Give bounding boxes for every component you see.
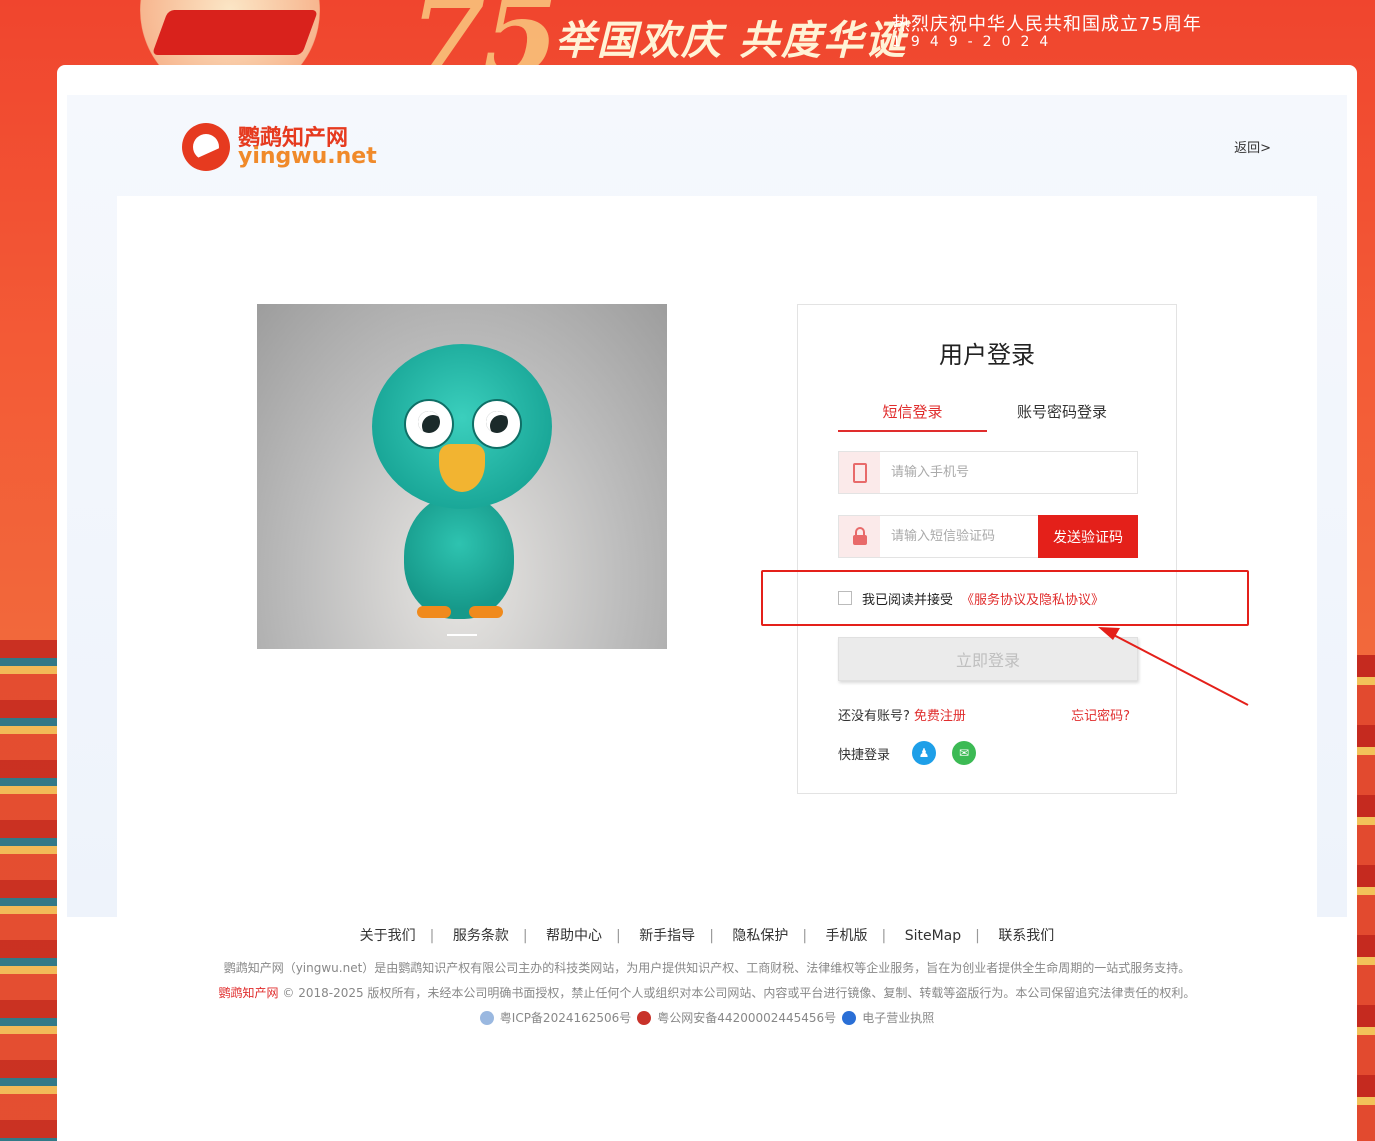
shield-icon xyxy=(479,1010,494,1025)
agreement-row: 我已阅读并接受 《服务协议及隐私协议》 xyxy=(838,588,1158,608)
parrot-body xyxy=(404,494,514,619)
wechat-login-icon[interactable]: ✉ xyxy=(952,741,977,765)
lock-icon xyxy=(852,526,867,545)
right-decoration xyxy=(1355,655,1375,1141)
left-decoration xyxy=(0,640,60,1141)
content-area: 鹦鹉知产网 yingwu.net 返回> 用户登录 短信登录 账号密码登录 请输… xyxy=(67,95,1347,917)
footer-link-terms[interactable]: 服务条款 xyxy=(453,928,509,944)
forgot-password-link[interactable]: 忘记密码? xyxy=(1071,705,1130,724)
banner-subtitle: 热烈庆祝中华人民共和国成立75周年 xyxy=(892,14,1202,35)
footer-brand: 鹦鹉知产网 xyxy=(218,986,279,1000)
phone-input[interactable] xyxy=(891,452,1091,493)
site-logo[interactable]: 鹦鹉知产网 yingwu.net xyxy=(182,120,382,172)
footer-about: 鹦鹉知产网（yingwu.net）是由鹦鹉知识产权有限公司主办的科技类网站，为用… xyxy=(223,961,1191,975)
sms-code-field: 发送验证码 xyxy=(838,515,1138,558)
footer-link-help[interactable]: 帮助中心 xyxy=(546,928,602,944)
tab-sms-login[interactable]: 短信登录 xyxy=(838,401,987,432)
parrot-eye-left xyxy=(404,399,454,449)
sms-code-input[interactable] xyxy=(891,516,1031,557)
agree-text: 我已阅读并接受 xyxy=(862,592,954,608)
footer: 关于我们 | 服务条款 | 帮助中心 | 新手指导 | 隐私保护 | 手机版 | SiteM… xyxy=(57,925,1357,1026)
register-row: 还没有账号? 免费注册 忘记密码? xyxy=(838,705,1138,724)
logo-en-text: yingwu.net xyxy=(238,144,377,169)
flag-decoration xyxy=(151,10,319,55)
carousel-indicator[interactable] xyxy=(447,634,477,636)
police-badge-icon xyxy=(637,1010,652,1025)
parrot-logo-icon xyxy=(182,123,230,171)
footer-copyright-line: 鹦鹉知产网 © 2018-2025 版权所有，未经本公司明确书面授权，禁止任何个… xyxy=(57,984,1357,1001)
banner-years: 1949-2024 xyxy=(892,34,1059,50)
agree-checkbox[interactable] xyxy=(838,591,852,605)
quick-login-label: 快捷登录 xyxy=(838,747,891,763)
banner-slogan: 举国欢庆 共度华诞 xyxy=(555,17,907,64)
parrot-eye-right xyxy=(472,399,522,449)
back-link[interactable]: 返回> xyxy=(1234,137,1271,156)
footer-links: 关于我们 | 服务条款 | 帮助中心 | 新手指导 | 隐私保护 | 手机版 | SiteM… xyxy=(359,928,1055,944)
lock-icon-box xyxy=(839,516,880,557)
tab-password-login[interactable]: 账号密码登录 xyxy=(988,401,1136,422)
login-button[interactable]: 立即登录 xyxy=(838,637,1138,681)
register-link[interactable]: 免费注册 xyxy=(914,709,966,724)
footer-link-sitemap[interactable]: SiteMap xyxy=(905,928,961,944)
police-record[interactable]: 粤公网安备44200002445456号 xyxy=(657,1009,836,1026)
parrot-beak xyxy=(439,444,485,492)
agreement-link[interactable]: 《服务协议及隐私协议》 xyxy=(961,589,1104,608)
footer-license-line: 粤ICP备2024162506号 粤公网安备44200002445456号 电子… xyxy=(57,1009,1357,1026)
footer-link-mobile[interactable]: 手机版 xyxy=(826,928,868,944)
no-account-text: 还没有账号? xyxy=(838,709,910,724)
phone-icon-box xyxy=(839,452,880,493)
login-form: 用户登录 短信登录 账号密码登录 发送验证码 xyxy=(761,304,1249,794)
parrot-feet xyxy=(417,606,507,620)
login-title: 用户登录 xyxy=(939,341,1035,369)
footer-copyright: © 2018-2025 版权所有，未经本公司明确书面授权，禁止任何个人或组织对本… xyxy=(282,986,1196,1000)
license-icon xyxy=(842,1010,857,1025)
footer-link-about[interactable]: 关于我们 xyxy=(360,928,416,944)
parrot-head xyxy=(372,344,552,509)
phone-icon xyxy=(852,462,867,483)
footer-link-guide[interactable]: 新手指导 xyxy=(639,928,695,944)
business-license[interactable]: 电子营业执照 xyxy=(862,1009,934,1026)
icp-record[interactable]: 粤ICP备2024162506号 xyxy=(500,1009,632,1026)
qq-login-icon[interactable]: ♟ xyxy=(912,741,937,765)
footer-link-privacy[interactable]: 隐私保护 xyxy=(732,928,788,944)
send-code-button[interactable]: 发送验证码 xyxy=(1038,515,1138,558)
parrot-illustration xyxy=(257,304,667,649)
quick-login-row: 快捷登录 ♟ ✉ xyxy=(838,741,977,765)
phone-field xyxy=(838,451,1138,494)
login-panel: 用户登录 短信登录 账号密码登录 发送验证码 xyxy=(117,196,1317,917)
main-card: 鹦鹉知产网 yingwu.net 返回> 用户登录 短信登录 账号密码登录 请输… xyxy=(57,65,1357,1141)
footer-link-contact[interactable]: 联系我们 xyxy=(998,928,1054,944)
